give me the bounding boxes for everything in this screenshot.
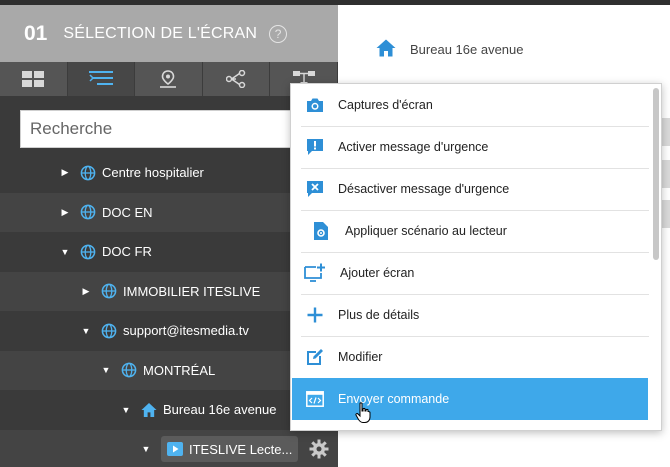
- hand-pointer-cursor-icon: [355, 402, 371, 423]
- tree-node-doc-fr[interactable]: ▼ DOC FR: [0, 232, 338, 272]
- grid-icon: [22, 71, 45, 87]
- menu-item-label: Désactiver message d'urgence: [338, 182, 510, 196]
- screen-tree: ▶ Centre hospitalier ▶ DOC EN ▼ DOC FR ▶…: [0, 153, 338, 467]
- share-nodes-icon: [226, 70, 246, 88]
- tab-grid[interactable]: [0, 62, 68, 96]
- tree-node-label: Bureau 16e avenue: [163, 402, 277, 418]
- panel-header: 01 SÉLECTION DE L'ÉCRAN ?: [0, 5, 338, 62]
- selected-player-chip[interactable]: ITESLIVE Lecte...: [161, 436, 299, 463]
- menu-item-deactivate-emergency[interactable]: Désactiver message d'urgence: [292, 168, 648, 210]
- list-tree-icon: [88, 71, 113, 85]
- tree-node-label: IMMOBILIER ITESLIVE: [123, 283, 261, 299]
- globe-icon: [101, 323, 117, 339]
- tree-node-label: support@itesmedia.tv: [123, 323, 249, 339]
- tree-node-bureau-16e[interactable]: ▼ Bureau 16e avenue: [0, 390, 338, 430]
- menu-item-edit[interactable]: Modifier: [292, 336, 648, 378]
- tab-map[interactable]: [135, 62, 203, 96]
- globe-icon: [80, 244, 96, 260]
- menu-item-more-details[interactable]: Plus de détails: [292, 294, 648, 336]
- menu-item-add-screen[interactable]: Ajouter écran: [292, 252, 648, 294]
- menu-item-screenshots[interactable]: Captures d'écran: [292, 84, 648, 126]
- add-screen-icon: [304, 262, 326, 284]
- menu-item-label: Activer message d'urgence: [338, 140, 489, 154]
- tree-node-doc-en[interactable]: ▶ DOC EN: [0, 192, 338, 232]
- expand-arrow-icon[interactable]: ▶: [81, 286, 91, 297]
- globe-icon: [80, 204, 96, 220]
- tree-node-centre-hospitalier[interactable]: ▶ Centre hospitalier: [0, 153, 338, 193]
- code-window-icon: [304, 388, 326, 410]
- camera-icon: [304, 94, 326, 116]
- expand-arrow-icon[interactable]: ▶: [60, 207, 70, 218]
- search-input[interactable]: [20, 110, 310, 148]
- menu-item-label: Captures d'écran: [338, 98, 433, 112]
- breadcrumb-label: Bureau 16e avenue: [410, 42, 524, 57]
- alert-message-icon: [304, 136, 326, 158]
- globe-icon: [80, 165, 96, 181]
- tab-list-tree[interactable]: [67, 62, 136, 96]
- menu-item-label: Ajouter écran: [340, 266, 415, 280]
- help-icon[interactable]: ?: [269, 24, 288, 43]
- menu-item-activate-emergency[interactable]: Activer message d'urgence: [292, 126, 648, 168]
- file-gear-icon: [310, 220, 332, 242]
- menu-item-label: Appliquer scénario au lecteur: [345, 224, 507, 238]
- map-pin-icon: [160, 70, 177, 88]
- collapse-arrow-icon[interactable]: ▼: [141, 444, 151, 454]
- tree-node-montreal[interactable]: ▼ MONTRÉAL: [0, 350, 338, 390]
- plus-icon: [304, 304, 326, 326]
- tree-node-iteslive-player[interactable]: ▼ ITESLIVE Lecte...: [0, 429, 338, 467]
- player-icon: [167, 441, 183, 457]
- edit-icon: [304, 346, 326, 368]
- collapse-arrow-icon[interactable]: ▼: [60, 247, 70, 257]
- breadcrumb: Bureau 16e avenue: [376, 39, 523, 60]
- tree-node-support-itesmedia[interactable]: ▼ support@itesmedia.tv: [0, 311, 338, 351]
- expand-arrow-icon[interactable]: ▶: [60, 167, 70, 178]
- menu-item-label: Plus de détails: [338, 308, 420, 322]
- globe-icon: [121, 362, 137, 378]
- tree-node-label: MONTRÉAL: [143, 362, 216, 378]
- menu-item-send-command[interactable]: Envoyer commande: [292, 378, 648, 420]
- step-number: 01: [24, 21, 48, 45]
- collapse-arrow-icon[interactable]: ▼: [81, 326, 91, 336]
- tree-node-label: DOC EN: [102, 204, 153, 220]
- home-icon: [376, 39, 396, 60]
- tree-node-label: Centre hospitalier: [102, 165, 204, 181]
- tree-node-immobilier-iteslive[interactable]: ▶ IMMOBILIER ITESLIVE: [0, 271, 338, 311]
- tab-network[interactable]: [203, 62, 271, 96]
- menu-item-apply-scenario[interactable]: Appliquer scénario au lecteur: [292, 210, 648, 252]
- collapse-arrow-icon[interactable]: ▼: [101, 365, 111, 375]
- collapse-arrow-icon[interactable]: ▼: [121, 405, 131, 415]
- tree-node-label: DOC FR: [102, 244, 152, 260]
- cancel-message-icon: [304, 178, 326, 200]
- gear-icon[interactable]: [306, 436, 332, 462]
- panel-title: SÉLECTION DE L'ÉCRAN: [63, 24, 258, 42]
- view-tabs: [0, 62, 338, 96]
- globe-icon: [101, 283, 117, 299]
- menu-item-label: Modifier: [338, 350, 383, 364]
- home-icon: [141, 402, 157, 418]
- menu-scrollbar[interactable]: [653, 88, 659, 260]
- context-menu: Captures d'écran Activer message d'urgen…: [290, 83, 662, 431]
- tree-node-label: ITESLIVE Lecte...: [189, 441, 293, 457]
